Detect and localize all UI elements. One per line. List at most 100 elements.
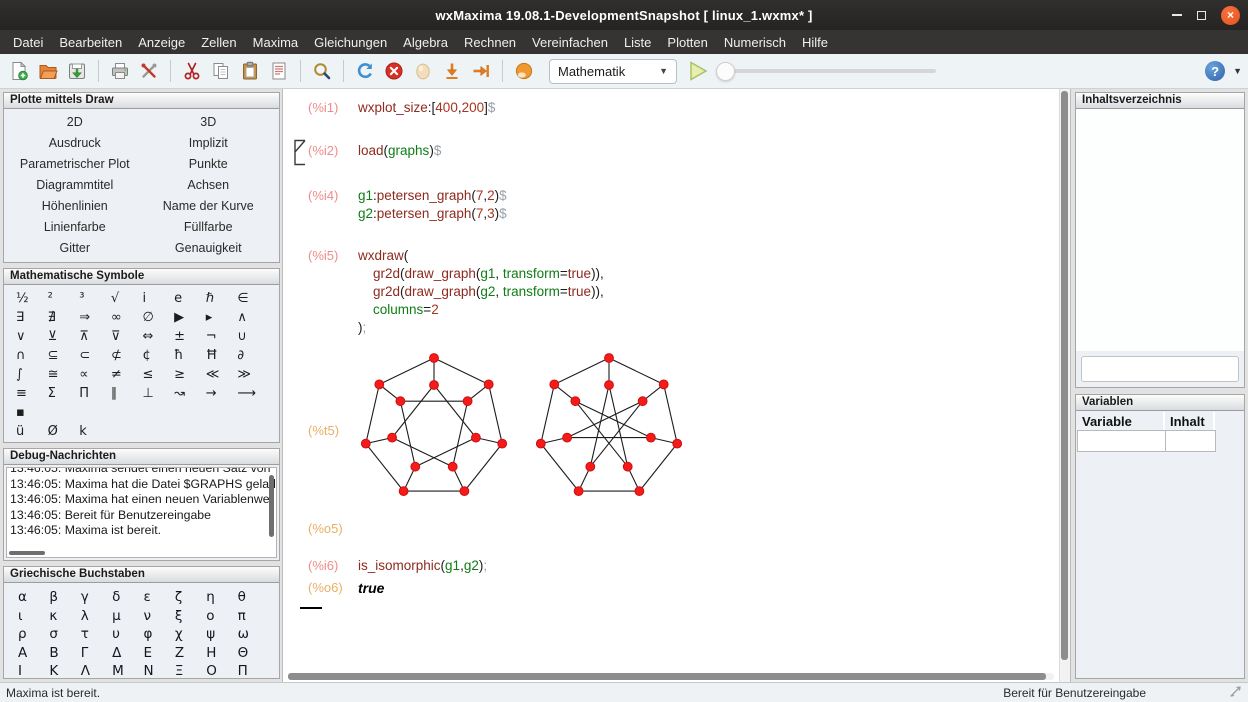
symbol-button[interactable]: ∂: [237, 346, 269, 365]
cell-bracket-icon[interactable]: [293, 139, 306, 171]
menu-liste[interactable]: Liste: [616, 32, 659, 53]
symbol-button[interactable]: ⊆: [48, 346, 80, 365]
menu-algebra[interactable]: Algebra: [395, 32, 456, 53]
close-button[interactable]: ×: [1221, 6, 1240, 25]
greek-letter-button[interactable]: ψ: [206, 625, 237, 644]
menu-gleichungen[interactable]: Gleichungen: [306, 32, 395, 53]
new-document-icon[interactable]: [6, 58, 32, 84]
symbol-button[interactable]: ∃: [16, 308, 48, 327]
greek-letter-button[interactable]: Θ: [238, 644, 269, 663]
greek-letter-button[interactable]: ξ: [175, 607, 206, 626]
symbol-button[interactable]: Ø: [48, 422, 80, 441]
draw-button-genauigkeit[interactable]: Genauigkeit: [142, 238, 276, 259]
greek-letter-button[interactable]: Λ: [81, 662, 112, 681]
greek-letter-button[interactable]: ι: [18, 607, 49, 626]
greek-letter-button[interactable]: ν: [144, 607, 175, 626]
greek-letter-button[interactable]: θ: [238, 588, 269, 607]
greek-letter-button[interactable]: ρ: [18, 625, 49, 644]
symbol-button[interactable]: ü: [16, 422, 48, 441]
greek-letter-button[interactable]: Ν: [144, 662, 175, 681]
cut-icon[interactable]: [179, 58, 205, 84]
cell-code[interactable]: g1:petersen_graph(7,2)$g2:petersen_graph…: [358, 187, 507, 223]
symbol-button[interactable]: Σ: [48, 384, 80, 403]
symbol-button[interactable]: →: [206, 384, 238, 403]
symbol-button[interactable]: ∨: [16, 327, 48, 346]
greek-letter-button[interactable]: μ: [112, 607, 143, 626]
symbol-button[interactable]: ∅: [143, 308, 175, 327]
variables-cell[interactable]: [1165, 430, 1216, 452]
symbol-button[interactable]: ≪: [206, 365, 238, 384]
greek-letter-button[interactable]: Α: [18, 644, 49, 663]
symbol-button[interactable]: ∄: [48, 308, 80, 327]
greek-letter-button[interactable]: λ: [81, 607, 112, 626]
greek-letter-button[interactable]: φ: [144, 625, 175, 644]
debug-vertical-scrollbar[interactable]: [268, 470, 275, 548]
paste-icon[interactable]: [237, 58, 263, 84]
symbol-button[interactable]: ▪: [16, 403, 48, 422]
symbol-button[interactable]: ∩: [16, 346, 48, 365]
recalculate-icon[interactable]: [352, 58, 378, 84]
draw-button-h-henlinien[interactable]: Höhenlinien: [8, 196, 142, 217]
menu-datei[interactable]: Datei: [5, 32, 51, 53]
graph-image-petersen-graph-7-2-[interactable]: [358, 353, 510, 508]
toc-content[interactable]: [1076, 109, 1244, 351]
symbol-button[interactable]: ∪: [237, 327, 269, 346]
draw-button-diagrammtitel[interactable]: Diagrammtitel: [8, 175, 142, 196]
cell-code[interactable]: wxdraw( gr2d(draw_graph(g1, transform=tr…: [358, 247, 604, 337]
symbol-button[interactable]: ≠: [111, 365, 143, 384]
symbol-button[interactable]: ▸: [206, 308, 238, 327]
print-icon[interactable]: [107, 58, 133, 84]
search-icon[interactable]: [309, 58, 335, 84]
interrupt-icon[interactable]: [410, 58, 436, 84]
greek-letter-button[interactable]: Ι: [18, 662, 49, 681]
symbol-button[interactable]: k: [79, 422, 111, 441]
draw-button-f-llfarbe[interactable]: Füllfarbe: [142, 217, 276, 238]
follow-progress-icon[interactable]: [511, 58, 537, 84]
symbol-button[interactable]: ≥: [174, 365, 206, 384]
greek-letter-button[interactable]: ε: [144, 588, 175, 607]
symbol-button[interactable]: ½: [16, 289, 48, 308]
menu-numerisch[interactable]: Numerisch: [716, 32, 794, 53]
symbol-button[interactable]: ³: [79, 289, 111, 308]
symbol-button[interactable]: ħ: [174, 346, 206, 365]
cell-code[interactable]: load(graphs)$: [358, 142, 441, 160]
open-folder-icon[interactable]: [35, 58, 61, 84]
draw-button-linienfarbe[interactable]: Linienfarbe: [8, 217, 142, 238]
symbol-button[interactable]: ⊄: [111, 346, 143, 365]
select-text-icon[interactable]: [266, 58, 292, 84]
symbol-button[interactable]: ≤: [143, 365, 175, 384]
symbol-button[interactable]: ²: [48, 289, 80, 308]
configure-icon[interactable]: [136, 58, 162, 84]
debug-horizontal-scrollbar[interactable]: [9, 550, 129, 556]
draw-button-3d[interactable]: 3D: [142, 112, 276, 133]
horizontal-cursor[interactable]: [300, 607, 322, 609]
symbol-button[interactable]: ¬: [206, 327, 238, 346]
symbol-button[interactable]: ⇒: [79, 308, 111, 327]
symbol-button[interactable]: ⟶: [237, 384, 269, 403]
variables-cell[interactable]: [1077, 430, 1166, 452]
greek-letter-button[interactable]: Ξ: [175, 662, 206, 681]
greek-letter-button[interactable]: Κ: [49, 662, 80, 681]
draw-button-gitter[interactable]: Gitter: [8, 238, 142, 259]
greek-letter-button[interactable]: σ: [49, 625, 80, 644]
symbol-button[interactable]: ⊻: [48, 327, 80, 346]
toc-filter-input[interactable]: [1081, 356, 1239, 382]
greek-letter-button[interactable]: Μ: [112, 662, 143, 681]
symbol-button[interactable]: ≅: [48, 365, 80, 384]
menu-maxima[interactable]: Maxima: [245, 32, 307, 53]
menu-bearbeiten[interactable]: Bearbeiten: [51, 32, 130, 53]
graph-image-petersen-graph-7-3-[interactable]: [533, 353, 685, 508]
worksheet-horizontal-scrollbar[interactable]: [288, 673, 1054, 680]
greek-letter-button[interactable]: Δ: [112, 644, 143, 663]
greek-letter-button[interactable]: ο: [206, 607, 237, 626]
cell-type-dropdown[interactable]: Mathematik ▼: [549, 59, 677, 84]
symbol-button[interactable]: ℏ: [206, 289, 238, 308]
symbol-button[interactable]: Π: [79, 384, 111, 403]
greek-letter-button[interactable]: Ο: [206, 662, 237, 681]
maximize-button[interactable]: [1197, 11, 1206, 20]
symbol-button[interactable]: e: [174, 289, 206, 308]
symbol-button[interactable]: ∈: [237, 289, 269, 308]
greek-letter-button[interactable]: υ: [112, 625, 143, 644]
cell-code[interactable]: wxplot_size:[400,200]$: [358, 99, 495, 117]
greek-letter-button[interactable]: Π: [238, 662, 269, 681]
